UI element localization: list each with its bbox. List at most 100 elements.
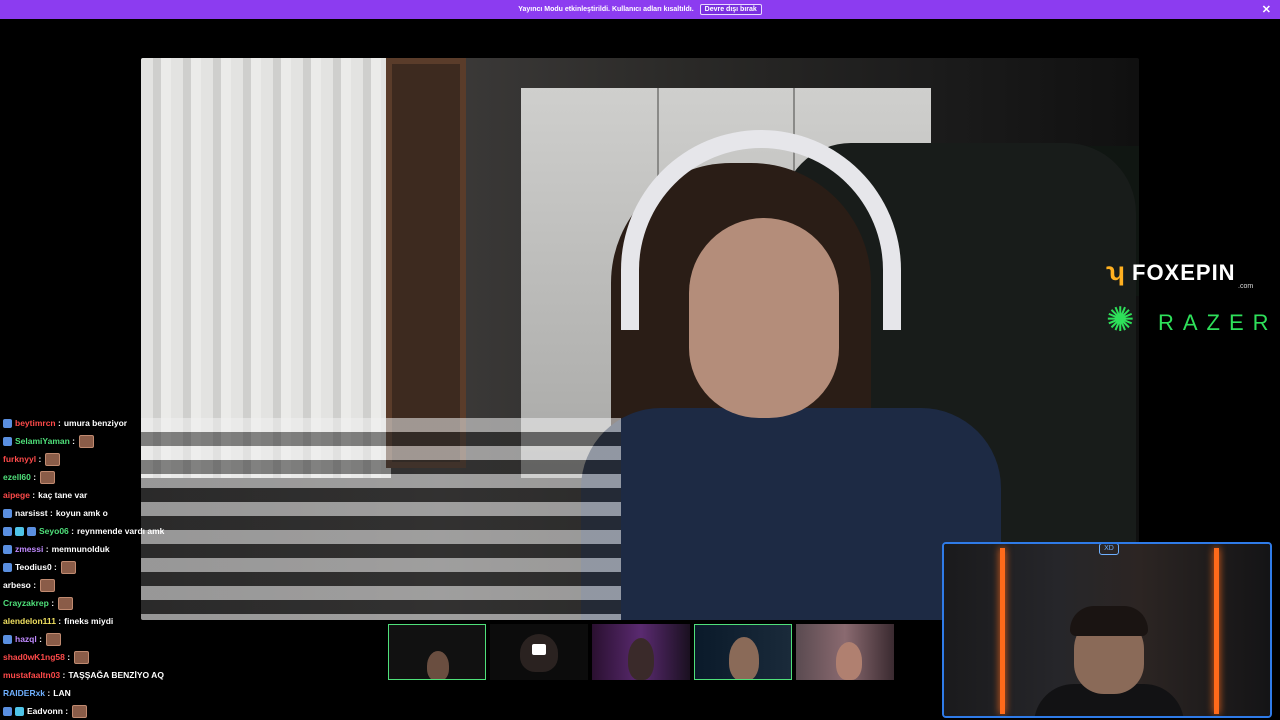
chat-username[interactable]: Crayzakrep [3,598,49,608]
chat-separator: : [36,634,42,644]
thumb-2-camera-off[interactable] [490,624,588,680]
thumb-4[interactable] [694,624,792,680]
chat-text: fineks miydi [64,616,114,626]
overlay-logo: XD [1099,544,1119,555]
chat-emote-icon [45,632,61,646]
chat-separator: : [43,544,49,554]
chat-separator: : [30,580,37,590]
chat-message: narsisst : koyun amk o [0,504,320,522]
chat-message: furknyyl : [0,450,320,468]
chat-emote-icon [58,596,74,610]
camera-icon [532,644,546,655]
chat-emote-icon [40,470,56,484]
chat-text: kaç tane var [38,490,88,500]
chat-username[interactable]: arbeso [3,580,31,590]
chat-username[interactable]: beytimrcn [15,418,56,428]
chat-username[interactable]: furknyyl [3,454,36,464]
chat-text: memnunolduk [51,544,110,554]
door [386,58,466,468]
chat-message: RAIDERxk : LAN [0,684,320,702]
participant-figure [427,651,449,679]
foxepin-logo: ʮ FOXEPIN .com [1106,256,1266,292]
chat-badge-icon [3,508,12,518]
chat-text: reynmende vardı amk [76,526,165,536]
chat-emote-icon [72,704,88,718]
chat-username[interactable]: ezell60 [3,472,31,482]
chat-badge-icon [3,634,12,644]
chat-message: Teodius0 : [0,558,320,576]
chat-emote-icon [45,452,61,466]
thumb-3[interactable] [592,624,690,680]
chat-message: zmessi : memnunolduk [0,540,320,558]
chat-separator: : [55,418,61,428]
chat-emote-icon [79,434,95,448]
chat-badge-icon [3,544,12,554]
chat-username[interactable]: aipege [3,490,30,500]
neon-light-left [1000,548,1005,714]
chat-username[interactable]: Eadvonn [27,706,63,716]
chat-badge-icon [15,706,24,716]
chat-username[interactable]: mustafaaltn03 [3,670,60,680]
chat-separator: : [30,472,37,482]
chat-badge-icon [15,526,24,536]
chat-username[interactable]: SelamiYaman [15,436,70,446]
chat-panel: beytimrcn : umura benziyor SelamiYaman : fu… [0,414,320,720]
chat-separator: : [45,688,51,698]
chat-username[interactable]: shad0wK1ng58 [3,652,65,662]
chat-emote-icon [60,560,76,574]
thumb-5[interactable] [796,624,894,680]
chat-badge-icon [3,436,12,446]
chat-username[interactable]: Seyo06 [39,526,69,536]
chat-separator: : [47,508,53,518]
chat-message: mustafaaltn03 : TAŞŞAĞA BENZİYO AQ [0,666,320,684]
chat-badge-icon [3,526,12,536]
chat-message: Seyo06 : reynmende vardı amk [0,522,320,540]
chat-badge-icon [3,706,12,716]
chat-separator: : [60,670,66,680]
chat-message: alendelon111 : fineks miydi [0,612,320,630]
chat-separator: : [69,436,76,446]
chat-message: arbeso : [0,576,320,594]
chat-username[interactable]: zmessi [15,544,43,554]
streamer-mode-banner: Yayıncı Modu etkinleştirildi. Kullanıcı … [0,0,1280,19]
thumb-1[interactable] [388,624,486,680]
chat-separator: : [48,598,55,608]
chat-text: TAŞŞAĞA BENZİYO AQ [68,670,164,680]
participant-figure [628,638,654,680]
chat-message: Eadvonn : [0,702,320,720]
disable-streamer-mode-button[interactable]: Devre dışı bırak [699,4,762,15]
chat-text: koyun amk o [55,508,108,518]
chat-username[interactable]: hazql [15,634,37,644]
chat-text: LAN [53,688,71,698]
participant-figure [836,642,862,680]
chat-separator: : [51,562,57,572]
chat-message: shad0wK1ng58 : [0,648,320,666]
chat-separator: : [55,616,62,626]
razer-snake-icon: ✺ [1106,301,1135,339]
streamer-webcam-overlay: XD [942,542,1272,718]
chat-badge-icon [3,562,12,572]
neon-light-right [1214,548,1219,714]
razer-logo: ✺ RAZER [1106,302,1280,342]
chat-text: umura benziyor [63,418,128,428]
razer-wordmark: RAZER [1158,310,1278,335]
participant-figure [729,637,759,679]
foxepin-wordmark: FOXEPIN [1132,260,1236,285]
streamer-mode-text: Yayıncı Modu etkinleştirildi. Kullanıcı … [518,6,694,13]
chat-username[interactable]: RAIDERxk [3,688,45,698]
chat-emote-icon [74,650,90,664]
chat-message: aipege : kaç tane var [0,486,320,504]
chat-username[interactable]: alendelon111 [3,616,56,626]
webcam-person-hair [1070,606,1148,636]
chat-badge-icon [27,526,36,536]
chat-message: hazql : [0,630,320,648]
chat-separator: : [64,652,71,662]
close-icon[interactable]: ✕ [1262,3,1271,16]
participant-thumbnails [388,624,896,680]
chat-badge-icon [3,418,12,428]
chat-message: beytimrcn : umura benziyor [0,414,320,432]
chat-username[interactable]: narsisst [15,508,48,518]
foxepin-domain: .com [1238,283,1254,290]
fox-icon: ʮ [1106,256,1125,286]
chat-username[interactable]: Teodius0 [15,562,52,572]
